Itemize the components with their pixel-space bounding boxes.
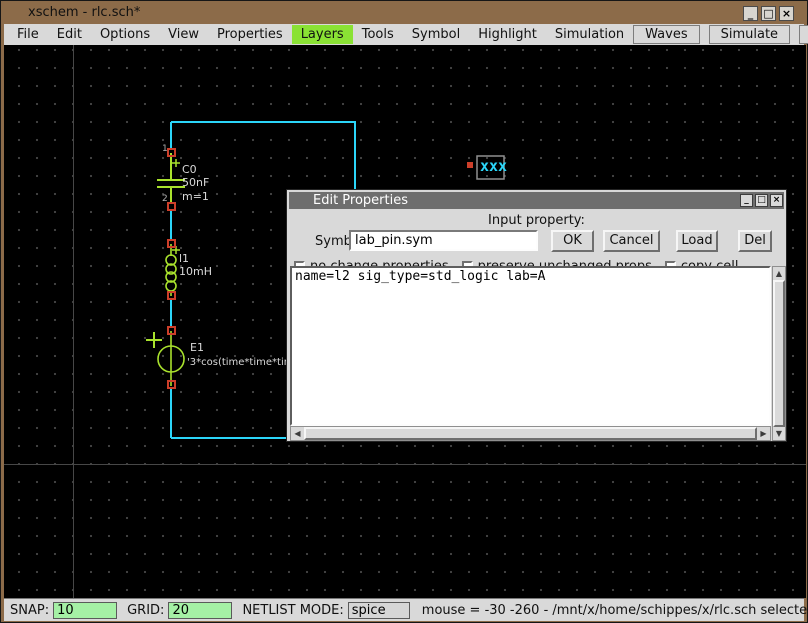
grid-input[interactable] <box>168 602 232 619</box>
menu-layers[interactable]: Layers <box>292 25 353 44</box>
statusbar: SNAP: GRID: NETLIST MODE: mouse = -30 -2… <box>4 598 804 621</box>
input-property-label: Input property: <box>289 213 784 228</box>
del-button[interactable]: Del <box>738 230 772 252</box>
menu-symbol[interactable]: Symbol <box>403 25 469 44</box>
menu-simulation[interactable]: Simulation <box>546 25 633 44</box>
close-icon[interactable]: × <box>779 6 794 21</box>
cancel-button[interactable]: Cancel <box>603 230 660 252</box>
property-textarea[interactable]: name=l2 sig_type=std_logic lab=A <box>290 266 771 426</box>
simulate-button[interactable]: Simulate <box>709 25 790 44</box>
scroll-up-icon[interactable]: ▲ <box>773 267 785 280</box>
netlist-mode-label: NETLIST MODE: <box>242 603 343 618</box>
inductor-name[interactable]: l1 <box>179 252 189 265</box>
snap-input[interactable] <box>53 602 117 619</box>
capacitor-pin1-number[interactable]: 1 <box>162 144 168 154</box>
netlist-mode-input[interactable] <box>348 602 410 619</box>
scroll-down-icon[interactable]: ▼ <box>773 427 785 440</box>
inductor-value[interactable]: 10mH <box>179 265 212 278</box>
scroll-right-icon[interactable]: ▶ <box>757 427 770 440</box>
menu-edit[interactable]: Edit <box>48 25 91 44</box>
xschem-window: xschem - rlc.sch* _ □ × File Edit Option… <box>0 0 808 623</box>
menu-tools[interactable]: Tools <box>353 25 403 44</box>
symbol-input[interactable] <box>349 230 538 251</box>
horizontal-scroll-thumb[interactable] <box>304 427 757 440</box>
menu-view[interactable]: View <box>159 25 208 44</box>
waves-button[interactable]: Waves <box>633 25 699 44</box>
grid-label: GRID: <box>127 603 164 618</box>
maximize-icon[interactable]: □ <box>761 6 776 21</box>
menubar: File Edit Options View Properties Layers… <box>4 24 804 45</box>
mouse-status-text: mouse = -30 -260 - /mnt/x/home/schippes/… <box>422 603 808 618</box>
scroll-left-icon[interactable]: ◀ <box>291 427 304 440</box>
dialog-maximize-icon[interactable]: □ <box>755 194 768 207</box>
load-button[interactable]: Load <box>676 230 718 252</box>
horizontal-scrollbar[interactable]: ◀ ▶ <box>290 426 771 441</box>
capacitor-pin2-number[interactable]: 2 <box>162 194 168 204</box>
vertical-scroll-thumb[interactable] <box>773 280 785 427</box>
vertical-scrollbar[interactable]: ▲ ▼ <box>772 266 786 441</box>
ok-button[interactable]: OK <box>551 230 594 252</box>
capacitor-value[interactable]: 50nF <box>182 176 209 189</box>
menu-file[interactable]: File <box>8 25 48 44</box>
menu-properties[interactable]: Properties <box>208 25 292 44</box>
source-name[interactable]: E1 <box>190 341 204 354</box>
inductor-symbol[interactable] <box>166 244 180 296</box>
edit-properties-dialog: Edit Properties _ □ × Input property: Sy… <box>286 189 787 442</box>
capacitor-name[interactable]: C0 <box>182 163 197 176</box>
dialog-titlebar[interactable]: Edit Properties _ □ × <box>289 192 784 209</box>
dialog-title: Edit Properties <box>313 193 408 208</box>
snap-label: SNAP: <box>10 603 49 618</box>
dialog-close-icon[interactable]: × <box>770 194 783 207</box>
menu-highlight[interactable]: Highlight <box>469 25 546 44</box>
netlist-button[interactable]: Netlist <box>799 25 808 44</box>
minimize-icon[interactable]: _ <box>743 6 758 21</box>
selected-pin-label[interactable]: xxx <box>480 157 507 175</box>
dialog-minimize-icon[interactable]: _ <box>740 194 753 207</box>
capacitor-mult[interactable]: m=1 <box>182 190 209 203</box>
window-titlebar[interactable]: xschem - rlc.sch* _ □ × <box>2 2 806 24</box>
source-symbol[interactable] <box>146 331 184 386</box>
window-title: xschem - rlc.sch* <box>28 5 140 20</box>
menu-options[interactable]: Options <box>91 25 159 44</box>
